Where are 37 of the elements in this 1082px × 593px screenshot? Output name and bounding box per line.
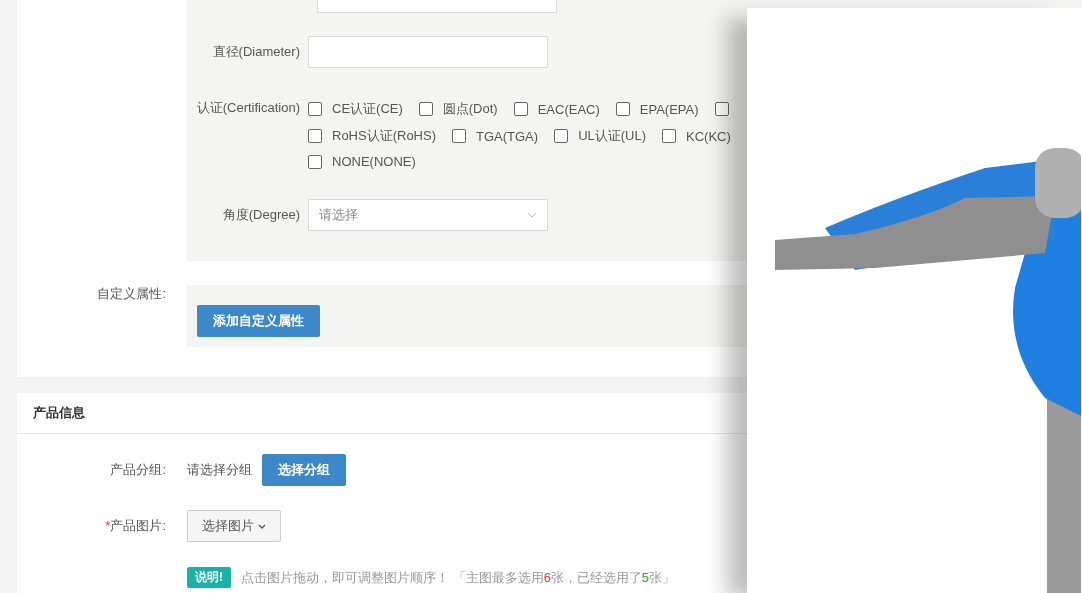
checkbox[interactable]: [714, 102, 729, 116]
checkbox[interactable]: [513, 102, 528, 116]
field-label: 自定义属性:: [96, 285, 167, 303]
input-field[interactable]: [317, 0, 557, 13]
checkbox[interactable]: [308, 102, 322, 116]
checkbox-label: NONE(NONE): [332, 154, 416, 169]
checkbox[interactable]: [452, 129, 466, 143]
note-text: 点击图片拖动，即可调整图片顺序！ 「主图最多选用6张，已经选用了5张」: [241, 568, 676, 587]
chevron-down-icon: [527, 212, 537, 218]
select-field[interactable]: 请选择: [308, 199, 548, 231]
select-group-button[interactable]: 选择分组: [262, 454, 346, 486]
checkbox-label: TGA(TGA): [476, 128, 539, 144]
field-label: 角度(Degree): [221, 206, 301, 224]
group-value: 请选择分组: [187, 461, 252, 479]
checkbox[interactable]: [308, 129, 322, 143]
checkbox-label: KC(KC): [686, 128, 731, 144]
checkbox-label: RoHS认证(RoHS): [332, 127, 436, 145]
field-label: *产品图片:: [104, 517, 167, 535]
checkbox[interactable]: [554, 129, 569, 143]
checkbox-label: EPA(EPA): [639, 101, 699, 117]
field-label: 产品分组:: [109, 461, 167, 479]
checkbox-label: 圆点(Dot): [442, 100, 498, 118]
checkbox[interactable]: [418, 102, 433, 116]
checkbox-label: CE认证(CE): [332, 100, 403, 118]
checkbox[interactable]: [308, 154, 322, 169]
checkbox-label: EAC(EAC): [537, 101, 600, 117]
checkbox[interactable]: [662, 129, 677, 143]
input-field[interactable]: [308, 36, 548, 68]
checkbox[interactable]: [615, 102, 630, 116]
select-image-button[interactable]: 选择图片: [187, 510, 281, 542]
note-badge: 说明!: [187, 567, 231, 588]
chevron-down-icon: [258, 523, 266, 529]
field-label: 直径(Diameter): [211, 43, 301, 61]
checkbox-label: UL认证(UL): [578, 127, 647, 145]
section-title: 产品信息: [33, 404, 85, 422]
add-attribute-button[interactable]: 添加自定义属性: [197, 305, 320, 337]
field-label: 认证(Certification): [195, 99, 301, 117]
